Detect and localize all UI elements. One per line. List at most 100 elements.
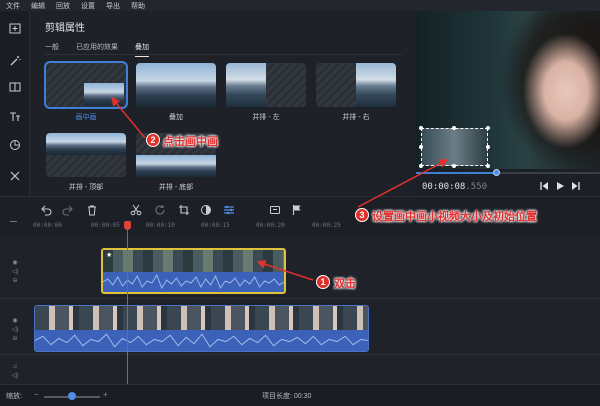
stickers-icon[interactable]: [7, 137, 23, 153]
timecode-main: 00:00:08: [422, 182, 466, 192]
playback-progress-fill: [416, 172, 497, 174]
resize-handle[interactable]: [452, 126, 456, 130]
preset-label: 并排 - 顶部: [68, 184, 104, 191]
playback-progress-knob[interactable]: [493, 169, 501, 176]
preset-picture-in-picture[interactable]: 画中画: [44, 61, 128, 122]
play-icon[interactable]: [555, 181, 565, 191]
annotation-step3-badge: 3: [355, 208, 369, 222]
clip-properties-panel: 剪辑属性 一般 已应用的效果 叠加 画中画 叠加 并排 - 左 并排 - 右 并…: [30, 11, 443, 195]
preset-thumbnail: [316, 63, 396, 107]
menu-help[interactable]: 帮助: [131, 1, 145, 11]
tools-icon[interactable]: [7, 168, 23, 184]
lock-icon[interactable]: ⊖: [12, 336, 17, 343]
preset-thumbnail: [226, 63, 306, 107]
annotation-step1-badge: 1: [316, 275, 330, 289]
audio-icon[interactable]: [269, 204, 281, 216]
menu-settings[interactable]: 设置: [81, 1, 95, 11]
status-bar: 缩放: − + 项目长度: 00:30: [0, 384, 600, 406]
panel-title: 剪辑属性: [45, 23, 85, 34]
visibility-icon[interactable]: ◉: [12, 318, 17, 325]
mute-icon[interactable]: ◁): [12, 327, 19, 334]
resize-handle[interactable]: [419, 145, 423, 149]
resize-handle[interactable]: [419, 126, 423, 130]
ruler-tick-label: 00:00:20: [256, 222, 285, 229]
overlay-video-clip[interactable]: ★: [101, 248, 286, 294]
resize-handle[interactable]: [486, 145, 490, 149]
scissors-icon[interactable]: [130, 204, 142, 216]
preset-label: 叠加: [169, 114, 183, 121]
menu-edit[interactable]: 编辑: [31, 1, 45, 11]
clip-properties-icon[interactable]: [223, 204, 235, 216]
preset-overlay[interactable]: 叠加: [136, 63, 216, 122]
resize-handle[interactable]: [452, 164, 456, 168]
visibility-icon[interactable]: ◉: [12, 260, 17, 267]
left-toolbar: [0, 11, 30, 195]
transitions-icon[interactable]: [7, 79, 23, 95]
preset-label: 并排 - 左: [252, 114, 280, 121]
preset-thumbnail: [136, 63, 216, 107]
zoom-out-icon[interactable]: −: [34, 390, 39, 399]
redo-icon[interactable]: [62, 204, 74, 216]
main-video-clip[interactable]: [34, 305, 369, 352]
clip-waveform: [103, 272, 284, 292]
zoom-label: 缩放:: [6, 393, 22, 400]
overlay-track-controls: ◉ ◁) ⊖: [0, 260, 30, 285]
ruler-tick-label: 00:00:00: [33, 222, 62, 229]
music-note-icon: ♫: [12, 364, 18, 370]
project-length-value: 00:30: [293, 393, 312, 400]
preset-side-by-side-left[interactable]: 并排 - 左: [226, 63, 306, 122]
main-track-controls: ◉ ◁) ⊖: [0, 318, 30, 343]
resize-handle[interactable]: [486, 126, 490, 130]
marker-flag-icon[interactable]: [291, 204, 303, 216]
color-adjust-icon[interactable]: [200, 204, 212, 216]
preset-thumbnail: [46, 133, 126, 177]
delete-icon[interactable]: [86, 204, 98, 216]
titles-icon[interactable]: [7, 109, 23, 125]
next-frame-icon[interactable]: [571, 181, 581, 191]
preset-side-by-side-top[interactable]: 并排 - 顶部: [46, 133, 126, 192]
zoom-slider-knob[interactable]: [68, 392, 76, 400]
annotation-step3-text: 设置画中画小视频大小及初始位置: [372, 211, 537, 223]
preset-thumbnail: [44, 61, 128, 109]
menu-bar: 文件 编辑 回放 设置 导出 帮助: [0, 0, 600, 11]
previous-frame-icon[interactable]: [539, 181, 549, 191]
rotate-icon[interactable]: [154, 204, 166, 216]
lock-icon[interactable]: ⊖: [12, 278, 17, 285]
project-length: 项目长度: 00:30: [262, 391, 311, 401]
pip-overlay-video[interactable]: [421, 128, 488, 166]
playhead-handle[interactable]: [124, 221, 131, 230]
annotation-step1-text: 双击: [334, 278, 356, 290]
menu-playback[interactable]: 回放: [56, 1, 70, 11]
project-length-label: 项目长度:: [262, 393, 292, 400]
preset-side-by-side-right[interactable]: 并排 - 右: [316, 63, 396, 122]
resize-handle[interactable]: [419, 164, 423, 168]
resize-handle[interactable]: [486, 164, 490, 168]
ruler-tick-label: 00:00:10: [146, 222, 175, 229]
video-preview[interactable]: [416, 11, 600, 169]
import-media-icon[interactable]: [7, 20, 23, 36]
ruler-tick-label: 00:00:15: [201, 222, 230, 229]
playhead-line[interactable]: [127, 222, 128, 384]
preset-label: 并排 - 右: [342, 114, 370, 121]
timecode: 00:00:08.550: [422, 182, 487, 192]
annotation-step2-text: 点击画中画: [163, 136, 218, 148]
audio-track-controls: ♫ ◁): [0, 364, 30, 380]
ruler-tick-label: 00:00:05: [91, 222, 120, 229]
tabs-divider: [45, 54, 402, 55]
player-controls: 00:00:08.550: [416, 169, 600, 195]
track-divider: [0, 354, 600, 355]
menu-export[interactable]: 导出: [106, 1, 120, 11]
ruler-tick-label: 00:00:25: [312, 222, 341, 229]
annotation-step2-badge: 2: [146, 133, 160, 147]
timecode-ms: .550: [465, 182, 488, 192]
menu-file[interactable]: 文件: [6, 1, 20, 11]
undo-icon[interactable]: [40, 204, 52, 216]
clip-filmstrip: [103, 250, 284, 274]
mute-icon[interactable]: ◁): [12, 269, 19, 276]
crop-icon[interactable]: [178, 204, 190, 216]
mute-icon[interactable]: ◁): [12, 373, 19, 380]
magic-wand-icon[interactable]: [7, 53, 23, 69]
preset-label: 并排 - 底部: [158, 184, 194, 191]
zoom-in-icon[interactable]: +: [103, 390, 108, 399]
clip-waveform: [35, 330, 368, 351]
